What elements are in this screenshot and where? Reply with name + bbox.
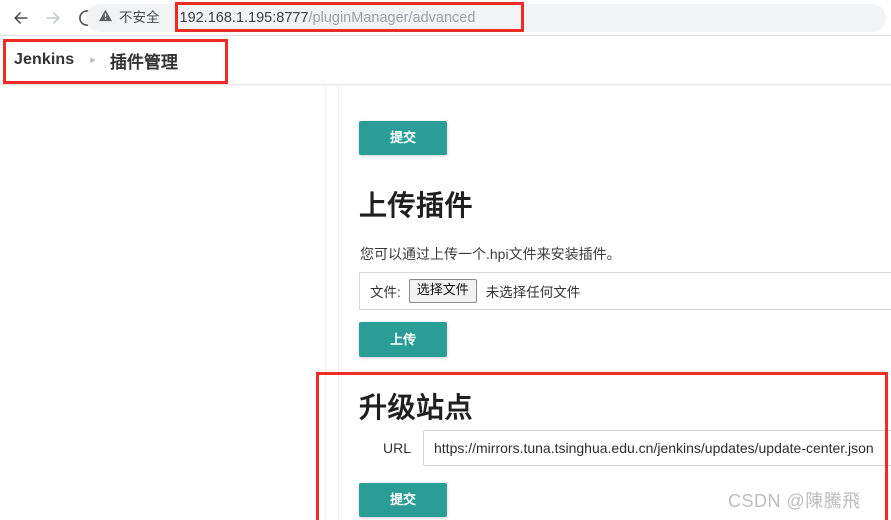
selected-file-name: 未选择任何文件 [485,285,581,300]
breadcrumb-item-plugin-manager[interactable]: 插件管理 [110,48,178,73]
breadcrumb: Jenkins ▸ 插件管理 [14,48,178,73]
address-bar-path: /pluginManager/advanced [308,9,476,26]
chevron-right-icon: ▸ [90,53,96,66]
layout-rail-content [338,86,339,520]
file-upload-row[interactable]: 文件: 选择文件 未选择任何文件 [359,272,891,310]
update-site-url-label: URL [382,440,411,456]
update-site-url-input[interactable] [423,430,891,466]
arrow-left-icon [11,8,31,28]
csdn-watermark: CSDN @陳騰飛 [728,491,861,511]
update-sites-heading: 升级站点 [359,392,474,423]
submit-button-top[interactable]: 提交 [359,121,447,155]
jenkins-breadcrumb-bar: Jenkins ▸ 插件管理 [0,36,891,85]
warning-triangle-icon [98,8,113,28]
browser-toolbar: 不安全 192.168.1.195:8777/pluginManager/adv… [0,0,891,36]
forward-button[interactable] [38,3,68,33]
submit-button-update-sites[interactable]: 提交 [359,483,447,517]
upload-plugin-heading: 上传插件 [359,190,474,221]
layout-rail-left [325,86,326,520]
update-site-url-row: URL [359,430,891,466]
omnibox[interactable]: 不安全 192.168.1.195:8777/pluginManager/adv… [86,4,886,32]
screen-root: 不安全 192.168.1.195:8777/pluginManager/adv… [0,0,891,520]
address-bar-host: 192.168.1.195:8777 [179,9,309,26]
security-status-label: 不安全 [119,10,160,26]
address-bar-text: 192.168.1.195:8777/pluginManager/advance… [180,11,476,26]
upload-plugin-help-text: 您可以通过上传一个.hpi文件来安装插件。 [360,246,621,262]
file-field-label: 文件: [370,285,401,300]
arrow-right-icon [43,8,63,28]
breadcrumb-item-jenkins[interactable]: Jenkins [14,51,74,69]
choose-file-button[interactable]: 选择文件 [408,279,477,303]
security-status-chip[interactable]: 不安全 [86,4,170,32]
back-button[interactable] [6,3,36,33]
address-bar-input[interactable]: 192.168.1.195:8777/pluginManager/advance… [170,4,887,32]
upload-button[interactable]: 上传 [359,322,447,357]
